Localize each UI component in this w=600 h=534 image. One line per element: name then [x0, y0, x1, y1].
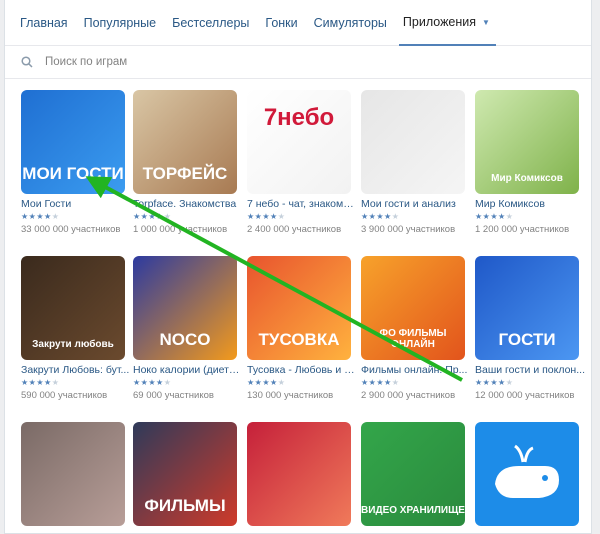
app-users-count: 69 000 участников — [133, 390, 214, 401]
app-users-count: 1 000 000 участников — [133, 224, 228, 235]
tab-racing[interactable]: Гонки — [265, 16, 297, 30]
app-thumbnail-text: 7небо — [263, 104, 335, 131]
app-card[interactable]: ТУСОВКА Тусовка - Любовь и з... ★★★★★ 130 0… — [247, 256, 357, 402]
tab-simulators[interactable]: Симуляторы — [314, 16, 387, 30]
app-name[interactable]: Torpface. Знакомства — [133, 198, 243, 211]
app-name[interactable]: Мир Комиксов — [475, 198, 585, 211]
tab-bestsellers[interactable]: Бестселлеры — [172, 16, 249, 30]
app-thumbnail-text: ФО ФИЛЬМЫ ОНЛАЙН — [379, 328, 447, 350]
rating-stars: ★★★★★ — [361, 378, 400, 387]
app-name[interactable]: Тусовка - Любовь и з... — [247, 364, 357, 377]
app-thumbnail[interactable]: ТОРФЕЙС — [133, 90, 237, 194]
app-name[interactable]: Мои гости и анализ — [361, 198, 471, 211]
app-card[interactable]: NOCO Ноко калории (диета... ★★★★★ 69 000 уч… — [133, 256, 243, 402]
search-icon — [21, 56, 33, 68]
app-card[interactable]: Мир Комиксов Мир Комиксов ★★★★★ 1 200 000 у… — [475, 90, 579, 236]
tab-apps-label: Приложения — [402, 15, 477, 29]
category-tabs: Главная Популярные Бестселлеры Гонки Сим… — [5, 0, 591, 46]
app-thumbnail[interactable]: ГОСТИ — [475, 256, 579, 360]
app-name[interactable]: Закрути Любовь: бут... — [21, 364, 131, 377]
app-thumbnail-text: Закрути любовь — [32, 339, 114, 350]
app-thumbnail-text: ФИЛЬМЫ — [144, 496, 226, 515]
app-card[interactable]: ГОСТИ Ваши гости и поклон... ★★★★★ 12 000 0… — [475, 256, 585, 402]
app-thumbnail[interactable] — [247, 422, 351, 526]
app-name[interactable]: 7 небо - чат, знакомс... — [247, 198, 357, 211]
app-name[interactable]: Ноко калории (диета... — [133, 364, 243, 377]
app-thumbnail[interactable] — [475, 422, 579, 526]
app-users-count: 3 900 000 участников — [361, 224, 456, 235]
app-users-count: 130 000 участников — [247, 390, 334, 401]
app-name[interactable]: Фильмы онлайн. Пр... — [361, 364, 471, 377]
app-thumbnail-text: Мир Комиксов — [491, 173, 563, 184]
app-thumbnail-text: ТОРФЕЙС — [142, 164, 228, 183]
tab-apps[interactable]: Приложения ▼ — [398, 0, 497, 46]
app-thumbnail-text: ТУСОВКА — [258, 330, 340, 349]
app-thumbnail[interactable]: ФИЛЬМЫ — [133, 422, 237, 526]
app-thumbnail[interactable]: МОИ ГОСТИ — [21, 90, 125, 194]
app-card[interactable]: ФИЛЬМЫ — [133, 422, 237, 526]
app-users-count: 33 000 000 участников — [21, 224, 121, 235]
app-card[interactable] — [475, 422, 579, 526]
app-card[interactable]: ТОРФЕЙС Torpface. Знакомства ★★★★★ 1 000 00… — [133, 90, 237, 236]
rating-stars: ★★★★★ — [21, 212, 60, 221]
app-thumbnail[interactable]: Мир Комиксов — [475, 90, 579, 194]
app-thumbnail[interactable]: ВИДЕО ХРАНИЛИЩЕ — [361, 422, 465, 526]
chevron-down-icon: ▼ — [482, 18, 490, 27]
whale-icon — [495, 444, 559, 498]
rating-stars: ★★★★★ — [247, 212, 286, 221]
app-users-count: 1 200 000 участников — [475, 224, 570, 235]
app-thumbnail[interactable] — [361, 90, 465, 194]
app-name[interactable]: Ваши гости и поклон... — [475, 364, 585, 377]
rating-stars: ★★★★★ — [475, 212, 514, 221]
tab-main[interactable]: Главная — [20, 16, 68, 30]
app-name[interactable]: Мои Гости — [21, 198, 131, 211]
app-thumbnail-text: NOCO — [159, 330, 211, 349]
tab-popular[interactable]: Популярные — [84, 16, 157, 30]
app-thumbnail[interactable]: ФО ФИЛЬМЫ ОНЛАЙН — [361, 256, 465, 360]
rating-stars: ★★★★★ — [21, 378, 60, 387]
app-users-count: 2 900 000 участников — [361, 390, 456, 401]
rating-stars: ★★★★★ — [247, 378, 286, 387]
app-thumbnail[interactable] — [21, 422, 125, 526]
app-card[interactable]: ВИДЕО ХРАНИЛИЩЕ — [361, 422, 465, 526]
rating-stars: ★★★★★ — [475, 378, 514, 387]
rating-stars: ★★★★★ — [133, 378, 172, 387]
app-card[interactable]: Закрути любовь Закрути Любовь: бут... ★★★★… — [21, 256, 129, 402]
app-thumbnail[interactable]: ТУСОВКА — [247, 256, 351, 360]
app-users-count: 590 000 участников — [21, 390, 108, 401]
app-thumbnail-text: МОИ ГОСТИ — [22, 164, 124, 183]
app-users-count: 2 400 000 участников — [247, 224, 342, 235]
app-thumbnail[interactable]: 7небо — [247, 90, 351, 194]
app-thumbnail-text: ВИДЕО ХРАНИЛИЩЕ — [361, 505, 465, 516]
app-thumbnail-text: ГОСТИ — [498, 330, 556, 349]
app-card[interactable] — [21, 422, 125, 526]
app-card[interactable]: 7небо 7 небо - чат, знакомс... ★★★★★ 2 400 … — [247, 90, 357, 236]
rating-stars: ★★★★★ — [133, 212, 172, 221]
app-card[interactable] — [247, 422, 351, 526]
app-card[interactable]: ФО ФИЛЬМЫ ОНЛАЙН Фильмы онлайн. Пр... ★★★★… — [361, 256, 467, 402]
app-card[interactable]: Мои гости и анализ ★★★★★ 3 900 000 участни… — [361, 90, 465, 236]
search-bar — [5, 46, 591, 79]
app-thumbnail[interactable]: Закрути любовь — [21, 256, 125, 360]
app-users-count: 12 000 000 участников — [475, 390, 575, 401]
apps-panel: Главная Популярные Бестселлеры Гонки Сим… — [4, 0, 592, 534]
search-input[interactable] — [43, 55, 567, 69]
app-card[interactable]: МОИ ГОСТИ Мои Гости ★★★★★ 33 000 000 участн… — [21, 90, 125, 236]
rating-stars: ★★★★★ — [361, 212, 400, 221]
app-thumbnail[interactable]: NOCO — [133, 256, 237, 360]
